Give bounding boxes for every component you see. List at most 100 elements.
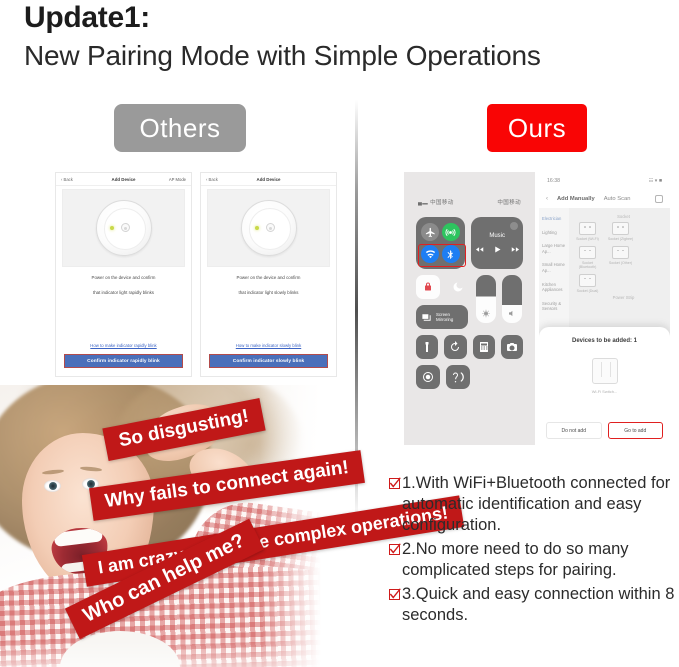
device-illustration <box>207 189 330 267</box>
timer-icon[interactable] <box>444 335 467 359</box>
hearing-icon[interactable] <box>446 365 470 389</box>
brightness-slider[interactable] <box>476 275 496 323</box>
led-indicator-icon <box>109 226 114 230</box>
add-device-navbar: ‹ Add Manually Auto Scan <box>539 192 670 206</box>
screen-1-help-link[interactable]: How to make indicator rapidly blink <box>56 343 191 348</box>
device-illustration <box>62 189 185 267</box>
socket-icon <box>579 273 596 287</box>
status-carrier: ▄▂ 中国移动 <box>418 200 454 206</box>
checkbox-checked-icon <box>388 477 401 490</box>
found-device-icon <box>591 358 618 384</box>
device-button-icon <box>265 223 275 232</box>
category-small-home-appliances[interactable]: Small Home Ap... <box>539 258 569 277</box>
device-item[interactable]: Socket (Other) <box>607 245 634 270</box>
wifi-icon[interactable] <box>421 245 440 263</box>
go-to-add-button[interactable]: Go to add <box>607 422 663 439</box>
volume-slider[interactable] <box>502 275 522 323</box>
section-power-strip: Power Strip <box>612 295 635 301</box>
music-label: Music <box>489 232 505 239</box>
screen-1-confirm-button[interactable]: Confirm indicator rapidly blink <box>64 354 183 368</box>
screen-1-caption-line1: Power on the device and confirm <box>91 275 156 280</box>
status-bar: ▄▂ 中国移动 中国移动 <box>404 198 535 206</box>
checkbox-checked-icon <box>388 588 401 601</box>
led-indicator-icon <box>254 226 259 230</box>
others-screen-1: ‹ Back Add Device AP Mode Power on the d… <box>55 172 192 377</box>
airplay-icon[interactable] <box>510 222 518 230</box>
socket-icon <box>612 222 629 235</box>
airplane-mode-icon[interactable] <box>421 223 440 241</box>
bluetooth-icon[interactable] <box>441 245 460 263</box>
play-icon[interactable] <box>493 245 502 254</box>
device-item[interactable]: Socket (Wi-Fi) <box>574 222 601 242</box>
feature-text: 1.With WiFi+Bluetooth connected for auto… <box>402 474 671 534</box>
tuya-add-device-screen: 16:38 ☷ ▾ ■ ‹ Add Manually Auto Scan Ele… <box>539 172 670 445</box>
cellular-data-icon[interactable] <box>441 223 460 241</box>
device-item[interactable]: Socket (Dual) <box>574 273 601 294</box>
ours-screens: ▄▂ 中国移动 中国移动 Music Screen Mirroring 16:3… <box>404 172 671 445</box>
checkbox-checked-icon <box>388 543 401 556</box>
socket-icon <box>612 245 629 259</box>
screen-mirroring-label-2: Mirroring <box>436 317 454 322</box>
section-socket: Socket <box>617 214 630 219</box>
round-device-icon <box>95 200 152 256</box>
status-icons: ☷ ▾ ■ <box>648 178 662 184</box>
category-kitchen-appliances[interactable]: Kitchen Appliances <box>539 278 569 297</box>
tab-auto-scan[interactable]: Auto Scan <box>604 196 631 202</box>
do-not-add-button[interactable]: Do not add <box>546 422 602 439</box>
screen-1-navbar: ‹ Back Add Device AP Mode <box>56 173 191 186</box>
others-screen-2: ‹ Back Add Device Power on the device an… <box>200 172 337 377</box>
category-large-home-appliances[interactable]: Large Home Ap... <box>539 239 569 258</box>
feature-item: 1.With WiFi+Bluetooth connected for auto… <box>388 473 678 536</box>
ours-column: ▄▂ 中国移动 中国移动 Music Screen Mirroring 16:3… <box>355 0 679 667</box>
screen-2-confirm-button[interactable]: Confirm indicator slowly blink <box>209 354 328 368</box>
screen-record-icon[interactable] <box>416 365 440 389</box>
ios-control-center: ▄▂ 中国移动 中国移动 Music Screen Mirroring <box>404 172 535 445</box>
socket-icon <box>579 222 596 235</box>
category-lighting[interactable]: Lighting <box>539 226 569 240</box>
socket-icon <box>579 245 596 259</box>
others-column: ‹ Back Add Device AP Mode Power on the d… <box>0 0 465 667</box>
feature-text: 2.No more need to do so many complicated… <box>402 540 629 579</box>
camera-icon[interactable] <box>500 335 523 359</box>
fast-forward-icon[interactable] <box>511 245 520 254</box>
feature-list: 1.With WiFi+Bluetooth connected for auto… <box>388 473 678 629</box>
device-button-icon <box>120 223 130 232</box>
devices-found-sheet: Devices to be added: 1 Wi-Fi Switch... D… <box>539 327 670 445</box>
others-screens: ‹ Back Add Device AP Mode Power on the d… <box>55 172 337 377</box>
back-button[interactable]: ‹ Back <box>61 177 73 182</box>
found-device-name: Wi-Fi Switch... <box>591 389 618 394</box>
round-device-icon <box>240 200 297 256</box>
screen-mirroring-tile[interactable]: Screen Mirroring <box>416 305 468 329</box>
back-button[interactable]: ‹ Back <box>206 177 218 182</box>
calculator-icon[interactable] <box>472 335 495 359</box>
category-electrician[interactable]: Electrician <box>539 212 569 226</box>
flashlight-icon[interactable] <box>416 335 439 359</box>
screen-2-navbar: ‹ Back Add Device <box>201 173 336 186</box>
scan-qr-icon[interactable] <box>655 195 663 203</box>
do-not-disturb-icon[interactable] <box>446 275 470 299</box>
rotation-lock-icon[interactable] <box>416 275 440 299</box>
screen-mirroring-label-1: Screen <box>436 311 450 317</box>
nav-title: Add Device <box>111 176 136 182</box>
screen-1-caption-line2: that indicator light rapidly blinks <box>92 290 154 295</box>
category-security-sensors[interactable]: Security & Sensors <box>539 297 569 316</box>
device-item[interactable]: Socket (Zigbee) <box>607 222 634 242</box>
feature-text: 3.Quick and easy connection within 8 sec… <box>402 585 675 624</box>
back-icon[interactable]: ‹ <box>546 196 548 202</box>
feature-item: 2.No more need to do so many complicated… <box>388 539 678 581</box>
ap-mode-button[interactable]: AP Mode <box>169 177 186 182</box>
status-right: 中国移动 <box>497 200 521 206</box>
tab-add-manually[interactable]: Add Manually <box>557 196 595 202</box>
nav-title: Add Device <box>256 176 281 182</box>
music-tile[interactable]: Music <box>471 217 523 269</box>
screen-2-caption-line1: Power on the device and confirm <box>236 275 301 280</box>
connectivity-tile[interactable] <box>416 217 466 269</box>
page-root: Update1: New Pairing Mode with Simple Op… <box>0 0 679 667</box>
device-item[interactable]: Socket (Bluetooth) <box>574 245 601 270</box>
add-device-status-bar: 16:38 ☷ ▾ ■ <box>539 178 670 184</box>
status-time: 16:38 <box>547 178 560 184</box>
screen-2-caption-line2: that indicator light slowly blinks <box>238 290 299 295</box>
rewind-icon[interactable] <box>475 245 484 254</box>
screen-2-help-link[interactable]: How to make indicator slowly blink <box>201 343 336 348</box>
feature-item: 3.Quick and easy connection within 8 sec… <box>388 584 678 626</box>
